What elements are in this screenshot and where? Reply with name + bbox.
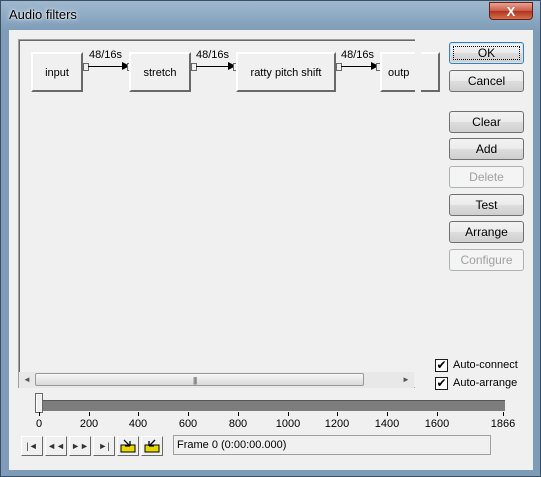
scrollbar-thumb[interactable]: ||| [35,373,364,386]
configure-button[interactable]: Configure [449,249,524,271]
timeline-slider-thumb[interactable] [35,393,43,413]
close-icon: X [506,4,516,19]
mark-in-button[interactable] [117,436,139,456]
delete-button-label: Delete [469,170,504,184]
clear-button[interactable]: Clear [449,111,524,133]
ok-button[interactable]: OK [449,42,524,64]
timeline-tick [238,412,239,416]
filter-node-ratty-pitch-shift[interactable]: ratty pitch shift [236,52,336,92]
filter-node-stretch[interactable]: stretch [129,52,191,92]
auto-connect-checkbox[interactable]: ✔ [435,359,448,372]
cancel-button[interactable]: Cancel [449,70,524,92]
rewind-icon: ◄◄ [47,441,65,451]
go-to-start-icon: |◄ [26,441,38,451]
timeline-tick-label: 600 [178,418,198,430]
close-button[interactable]: X [489,2,533,20]
timeline-tick-label: 1400 [374,418,400,430]
connection-label: 48/16s [341,49,375,61]
window-title: Audio filters [9,7,77,22]
go-to-end-icon: ►| [98,441,110,451]
clear-button-label: Clear [472,115,501,129]
timeline-tick-label: 1866 [490,418,516,430]
timeline-tick [437,412,438,416]
timeline-tick-label: 0 [35,418,43,430]
test-button-label: Test [475,198,498,212]
output-pin[interactable] [83,63,89,71]
previous-keyframe-button[interactable]: ◄◄ [45,436,67,456]
timeline-tick-label: 400 [128,418,148,430]
arrange-button[interactable]: Arrange [449,221,524,243]
timeline-tick [39,412,40,416]
audio-filters-window: Audio filters X input 48/16s stretch 48/… [0,0,541,477]
grip-icon: ||| [193,376,197,385]
next-keyframe-button[interactable]: ►► [69,436,91,456]
mark-out-icon [144,439,160,453]
cancel-button-label: Cancel [467,74,506,88]
timeline-tick-label: 1200 [324,418,350,430]
dialog-client-area: input 48/16s stretch 48/16s ratty pitch … [9,30,533,470]
filter-node-label: input [45,67,69,79]
timeline-tick-label: 200 [79,418,99,430]
filter-node-label: stretch [143,67,177,79]
connection-label: 48/16s [89,49,123,61]
checkmark-icon: ✔ [436,358,447,372]
filter-node-label: outp [388,67,410,79]
timeline-tick [503,412,504,416]
add-button[interactable]: Add [449,138,524,160]
filter-node-label: ratty pitch shift [250,67,322,79]
mark-out-button[interactable] [141,436,163,456]
scroll-right-icon[interactable]: ► [398,372,414,388]
delete-button[interactable]: Delete [449,166,524,188]
frame-status-text: Frame 0 (0:00:00.000) [177,439,287,451]
title-bar[interactable]: Audio filters X [1,1,540,29]
timeline-tick-label: 1000 [275,418,301,430]
filter-graph-canvas[interactable]: input 48/16s stretch 48/16s ratty pitch … [18,39,440,388]
auto-arrange-checkbox[interactable]: ✔ [435,377,448,390]
filter-node-input[interactable]: input [31,52,83,92]
output-pin[interactable] [336,63,342,71]
test-button[interactable]: Test [449,194,524,216]
filter-node-output[interactable]: outp [380,52,440,92]
configure-button-label: Configure [460,253,513,267]
mark-in-icon [120,439,136,453]
auto-connect-label: Auto-connect [453,359,518,371]
frame-status: Frame 0 (0:00:00.000) [173,435,491,455]
checkmark-icon: ✔ [436,376,447,390]
connection-label: 48/16s [196,49,230,61]
timeline-tick [387,412,388,416]
horizontal-scrollbar[interactable]: ◄ ||| ► [19,372,414,388]
go-to-start-button[interactable]: |◄ [21,436,43,456]
timeline-tick-label: 1600 [424,418,450,430]
timeline-tick [337,412,338,416]
auto-arrange-label: Auto-arrange [453,377,518,389]
timeline-slider[interactable] [36,400,505,411]
timeline-tick-label: 800 [228,418,248,430]
add-button-label: Add [475,142,498,156]
timeline-tick [188,412,189,416]
timeline-tick [288,412,289,416]
output-pin[interactable] [191,63,197,71]
timeline-tick [89,412,90,416]
scroll-left-icon[interactable]: ◄ [19,372,35,388]
fast-forward-icon: ►► [71,441,89,451]
timeline-tick [138,412,139,416]
go-to-end-button[interactable]: ►| [93,436,115,456]
arrange-button-label: Arrange [465,225,508,239]
